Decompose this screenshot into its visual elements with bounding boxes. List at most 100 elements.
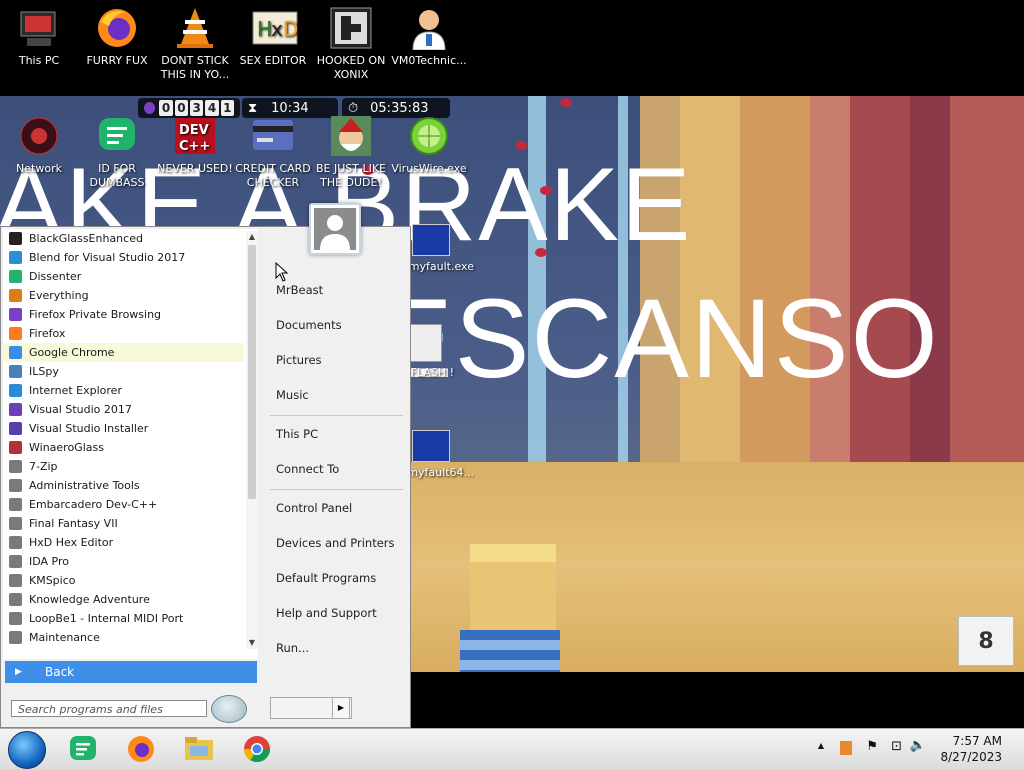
program-item[interactable]: KMSpico	[3, 571, 244, 590]
taskbar-chrome-icon[interactable]	[242, 734, 272, 764]
desktop-icon-never-used[interactable]: DEV C++ NEVER USED!	[156, 114, 234, 176]
program-icon	[9, 498, 22, 511]
program-icon	[9, 574, 22, 587]
desktop-icon-label: FURRY FUX	[86, 54, 148, 67]
desktop-icon-label: SEX EDITOR	[239, 54, 307, 67]
volume-icon[interactable]: 🔈	[910, 738, 926, 753]
santa-icon	[329, 114, 373, 158]
taskbar-firefox-icon[interactable]	[126, 734, 156, 764]
program-item[interactable]: Blend for Visual Studio 2017	[3, 248, 244, 267]
desktop-icon-dont-stick[interactable]: DONT STICK THIS IN YO...	[156, 6, 234, 82]
show-hidden-icons[interactable]: ▲	[818, 741, 824, 750]
desktop-icon-hooked-on-xonix[interactable]: HOOKED ON XONIX	[312, 6, 390, 82]
desktop-icon-label: CREDIT CARD CHECKER	[235, 162, 311, 189]
doctor-icon	[407, 6, 451, 51]
search-icon[interactable]	[211, 695, 247, 723]
svg-text:x: x	[271, 17, 283, 41]
program-icon	[9, 270, 22, 283]
flag-icon[interactable]: ⚑	[866, 739, 878, 754]
shutdown-options-icon[interactable]: ▶	[332, 697, 350, 719]
menu-item-this-pc[interactable]: This PC	[276, 427, 318, 441]
start-button[interactable]	[8, 731, 46, 769]
program-icon	[9, 346, 22, 359]
program-item[interactable]: WinaeroGlass	[3, 438, 244, 457]
program-label: Dissenter	[29, 270, 82, 283]
back-arrow-icon: ▶	[15, 667, 22, 677]
program-item[interactable]: ILSpy	[3, 362, 244, 381]
tray-app-icon[interactable]	[840, 741, 852, 755]
desktop-icon-be-just-like-the-dude[interactable]: BE JUST LIKE THE DUDE!	[312, 114, 390, 190]
program-label: BlackGlassEnhanced	[29, 232, 143, 245]
back-button[interactable]: ▶ Back	[5, 661, 257, 683]
desktop-icon-id-for-dumbass[interactable]: ID FOR DUMBASS	[78, 114, 156, 190]
program-item[interactable]: LoopBe1 - Internal MIDI Port	[3, 609, 244, 628]
desktop-icon-this-pc[interactable]: This PC	[0, 6, 78, 68]
program-item[interactable]: Internet Explorer	[3, 381, 244, 400]
program-item[interactable]: Google Chrome	[3, 343, 244, 362]
file-icon	[412, 430, 450, 462]
desktop-icon-sex-editor[interactable]: HxD SEX EDITOR	[234, 6, 312, 68]
program-item[interactable]: Embarcadero Dev-C++	[3, 495, 244, 514]
clock[interactable]: 7:57 AM 8/27/2023	[940, 733, 1002, 765]
corner-number-badge: 8	[958, 616, 1014, 666]
desktop-icon-viruswire[interactable]: VirusWire.exe	[390, 114, 468, 176]
character-body	[460, 630, 560, 672]
scroll-up-icon[interactable]: ▲	[246, 231, 258, 243]
menu-item-connect-to[interactable]: Connect To	[276, 462, 339, 476]
program-item[interactable]: Administrative Tools	[3, 476, 244, 495]
program-label: Google Chrome	[29, 346, 115, 359]
scrollbar-thumb[interactable]	[248, 245, 256, 499]
program-item[interactable]: Maintenance	[3, 628, 244, 647]
program-item[interactable]: BlackGlassEnhanced	[3, 229, 244, 248]
program-icon	[9, 555, 22, 568]
program-icon	[9, 251, 22, 264]
search-input[interactable]: Search programs and files	[11, 700, 207, 717]
program-item[interactable]: HxD Hex Editor	[3, 533, 244, 552]
user-avatar[interactable]	[309, 203, 361, 255]
program-item[interactable]: IDA Pro	[3, 552, 244, 571]
menu-item-pictures[interactable]: Pictures	[276, 353, 322, 367]
game-banner-line2: ESCANSO	[378, 276, 940, 401]
taskbar-dissenter-icon[interactable]	[68, 734, 98, 764]
program-item[interactable]: 7-Zip	[3, 457, 244, 476]
program-label: IDA Pro	[29, 555, 69, 568]
desktop-icon-network[interactable]: Network	[0, 114, 78, 176]
menu-item-devices-and-printers[interactable]: Devices and Printers	[276, 536, 395, 550]
network-status-icon[interactable]: ⊡	[891, 739, 902, 754]
program-item[interactable]: Firefox	[3, 324, 244, 343]
program-item[interactable]: Everything	[3, 286, 244, 305]
character-head	[470, 544, 556, 630]
start-menu-right-pane: MrBeast Documents Pictures Music This PC…	[263, 227, 410, 727]
program-item[interactable]: Dissenter	[3, 267, 244, 286]
scroll-down-icon[interactable]: ▼	[246, 637, 258, 649]
program-icon	[9, 536, 22, 549]
red-dot	[535, 248, 547, 257]
menu-item-documents[interactable]: Documents	[276, 318, 342, 332]
program-icon	[9, 593, 22, 606]
menu-item-control-panel[interactable]: Control Panel	[276, 501, 352, 515]
desktop-icon-vm0technic[interactable]: VM0Technic...	[390, 6, 468, 68]
game-icon	[329, 6, 373, 50]
program-item[interactable]: Final Fantasy VII	[3, 514, 244, 533]
program-item[interactable]: Firefox Private Browsing	[3, 305, 244, 324]
program-label: Firefox Private Browsing	[29, 308, 162, 321]
program-icon	[9, 612, 22, 625]
desktop-icon-label: Network	[16, 162, 62, 175]
program-list-scrollbar[interactable]: ▲ ▼	[246, 231, 258, 649]
menu-item-music[interactable]: Music	[276, 388, 309, 402]
desktop-icon-credit-card-checker[interactable]: CREDIT CARD CHECKER	[234, 114, 312, 190]
program-item[interactable]: Knowledge Adventure	[3, 590, 244, 609]
menu-item-help-and-support[interactable]: Help and Support	[276, 606, 377, 620]
taskbar-file-explorer-icon[interactable]	[184, 734, 214, 764]
program-item[interactable]: Visual Studio 2017	[3, 400, 244, 419]
program-icon	[9, 308, 22, 321]
file-icon	[412, 224, 450, 256]
menu-item-mrbeast[interactable]: MrBeast	[276, 283, 323, 297]
start-menu: BlackGlassEnhanced Blend for Visual Studi…	[0, 226, 411, 728]
program-item[interactable]: Visual Studio Installer	[3, 419, 244, 438]
mouse-cursor-icon	[275, 262, 289, 282]
menu-item-run[interactable]: Run...	[276, 641, 309, 655]
menu-item-default-programs[interactable]: Default Programs	[276, 571, 376, 585]
limewire-icon	[407, 114, 451, 158]
desktop-icon-furry-fux[interactable]: FURRY FUX	[78, 6, 156, 68]
